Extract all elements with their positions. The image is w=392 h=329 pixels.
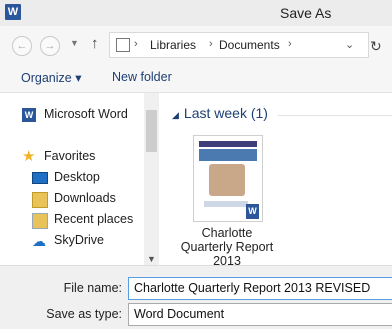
word-app-icon: W: [5, 4, 21, 20]
file-name-label: File name:: [63, 281, 122, 295]
group-header-last-week[interactable]: ◢ Last week (1): [172, 105, 268, 121]
group-divider: [278, 115, 392, 116]
sidebar-item-label: Microsoft Word: [44, 107, 128, 121]
file-name-input[interactable]: Charlotte Quarterly Report 2013 REVISED: [128, 277, 392, 300]
file-name-value[interactable]: Charlotte Quarterly Report 2013 REVISED: [134, 281, 370, 295]
breadcrumb-documents[interactable]: Documents: [219, 38, 280, 52]
recent-locations-dropdown-icon[interactable]: ▼: [70, 38, 79, 48]
back-arrow-icon[interactable]: ←: [12, 36, 32, 56]
scrollbar-thumb[interactable]: [146, 110, 157, 152]
title-bar: W Save As: [0, 0, 392, 26]
file-name-caption[interactable]: Charlotte Quarterly Report 2013: [170, 226, 284, 265]
desktop-icon: [32, 172, 48, 184]
word-icon: W: [22, 108, 36, 122]
sidebar-item-label: Downloads: [54, 191, 116, 205]
new-folder-button[interactable]: New folder: [112, 70, 172, 84]
file-name-line: Quarterly Report: [180, 240, 274, 254]
address-bar[interactable]: › Libraries › Documents › ⌄: [109, 32, 369, 58]
thumbnail-photo: [209, 164, 245, 196]
refresh-icon[interactable]: ↻: [370, 38, 382, 55]
scroll-down-icon[interactable]: ▼: [147, 254, 156, 264]
star-icon: ★: [22, 148, 36, 165]
skydrive-icon: ☁: [32, 233, 46, 249]
save-form: File name: Charlotte Quarterly Report 20…: [0, 265, 392, 329]
thumbnail-title-band: [199, 149, 257, 161]
sidebar-item-label: SkyDrive: [54, 233, 105, 247]
command-toolbar: Organize ▾ New folder: [0, 62, 392, 93]
sidebar-item-label: Desktop: [54, 170, 100, 184]
window-title: Save As: [280, 5, 332, 21]
breadcrumb-separator-icon[interactable]: ›: [288, 38, 292, 50]
breadcrumb-separator-icon[interactable]: ›: [134, 38, 138, 50]
navigation-bar: ← → ▼ ↑ › Libraries › Documents › ⌄ ↻: [0, 26, 392, 62]
breadcrumb-libraries[interactable]: Libraries: [150, 38, 196, 52]
breadcrumb-separator-icon[interactable]: ›: [209, 38, 213, 50]
sidebar-item-label: Favorites: [44, 149, 96, 163]
group-header-label: Last week (1): [183, 105, 268, 121]
navigation-pane-scrollbar[interactable]: ▼: [144, 93, 159, 265]
sidebar-item-label: Recent places: [54, 212, 134, 226]
file-list: ◢ Last week (1) W Charlotte Quarterly Rep…: [160, 93, 392, 265]
collapse-group-icon[interactable]: ◢: [172, 110, 179, 120]
address-dropdown-icon[interactable]: ⌄: [345, 38, 354, 51]
navigation-pane: W Microsoft Word ★ Favorites Desktop Dow…: [0, 93, 159, 265]
organize-button[interactable]: Organize ▾: [21, 70, 81, 85]
thumbnail-header-band: [199, 141, 257, 147]
save-as-type-value[interactable]: Word Document: [134, 307, 224, 321]
document-thumbnail[interactable]: W: [193, 135, 263, 222]
save-as-type-select[interactable]: Word Document: [128, 303, 392, 326]
thumbnail-text-lines: [204, 201, 248, 207]
file-name-line: 2013: [213, 254, 241, 265]
save-as-type-label: Save as type:: [46, 307, 122, 321]
library-folder-icon: [116, 38, 130, 52]
word-document-icon: W: [246, 204, 259, 219]
file-name-line: Charlotte: [201, 226, 253, 240]
forward-arrow-icon[interactable]: →: [40, 36, 60, 56]
recent-places-icon: [32, 213, 48, 229]
downloads-icon: [32, 192, 48, 208]
up-arrow-icon[interactable]: ↑: [91, 35, 99, 52]
